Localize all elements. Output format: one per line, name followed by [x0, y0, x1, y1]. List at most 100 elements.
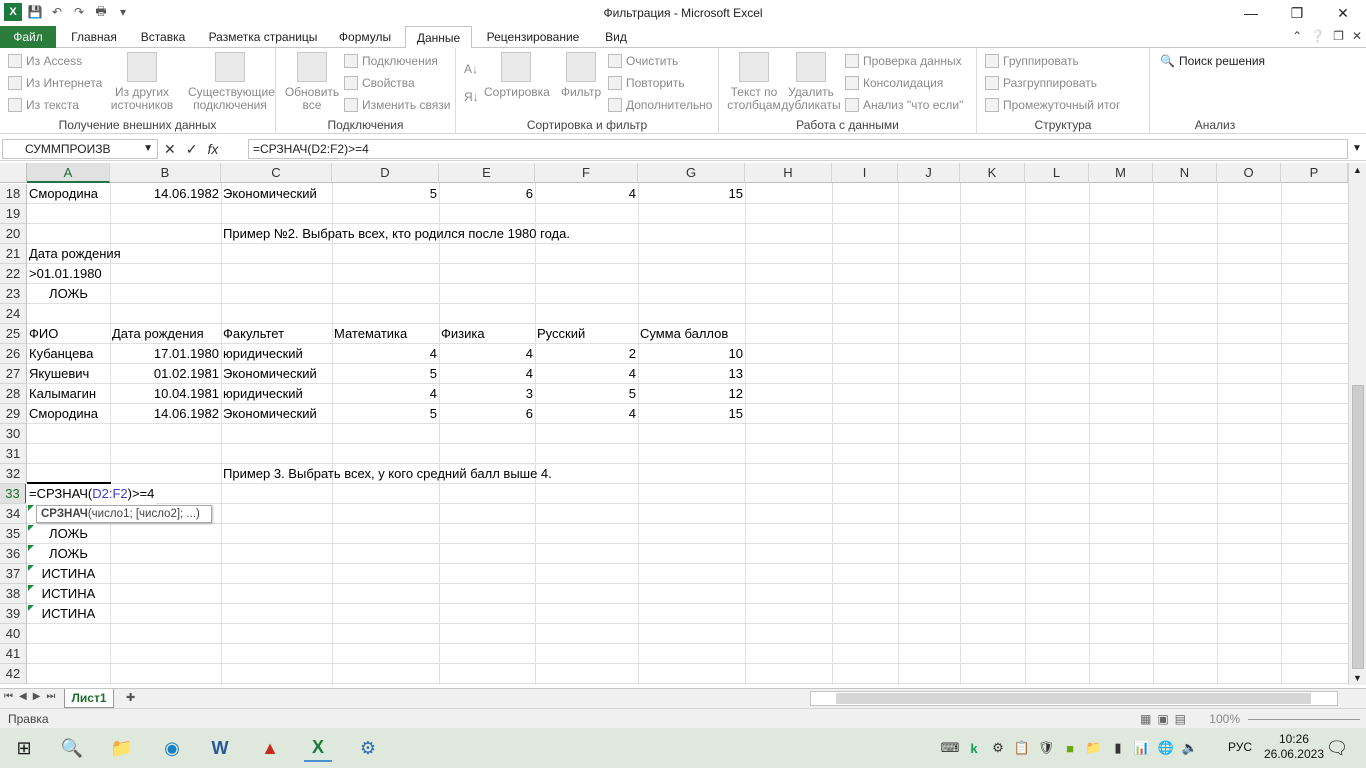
cell[interactable]: 4: [535, 184, 638, 204]
group-button[interactable]: Группировать: [985, 54, 1079, 68]
row-header[interactable]: 31: [0, 444, 27, 464]
workbook-close-icon[interactable]: ✕: [1352, 29, 1362, 43]
cell[interactable]: Сумма баллов: [638, 324, 745, 344]
enter-icon[interactable]: ✓: [186, 141, 198, 158]
column-header[interactable]: H: [745, 163, 832, 183]
cell[interactable]: ЛОЖЬ: [27, 284, 110, 304]
normal-view-icon[interactable]: ▦: [1140, 712, 1151, 726]
cell[interactable]: Русский: [535, 324, 638, 344]
page-break-view-icon[interactable]: ▤: [1175, 712, 1186, 726]
cell[interactable]: Якушевич: [27, 364, 110, 384]
shield-icon[interactable]: 🛡: [1036, 738, 1056, 758]
cell[interactable]: ИСТИНА: [27, 584, 110, 604]
ungroup-button[interactable]: Разгруппировать: [985, 76, 1097, 90]
clock[interactable]: 10:26 26.06.2023: [1264, 732, 1324, 762]
language-indicator[interactable]: РУС: [1228, 740, 1252, 754]
cell[interactable]: 01.02.1981: [110, 364, 221, 384]
row-header[interactable]: 22: [0, 264, 27, 284]
row-header[interactable]: 29: [0, 404, 27, 424]
horizontal-scroll-thumb[interactable]: [836, 693, 1311, 704]
collapse-ribbon-icon[interactable]: ⌃: [1292, 29, 1302, 43]
row-header[interactable]: 42: [0, 664, 27, 684]
properties-button[interactable]: Свойства: [344, 76, 415, 90]
excel-taskbar-icon[interactable]: X: [304, 734, 332, 762]
column-header[interactable]: B: [110, 163, 221, 183]
tab-home[interactable]: Главная: [62, 26, 126, 48]
cell[interactable]: 17.01.1980: [110, 344, 221, 364]
cell[interactable]: Математика: [332, 324, 439, 344]
cell[interactable]: 4: [332, 384, 439, 404]
text-to-columns-button[interactable]: Текст по столбцам: [723, 52, 785, 112]
tab-page-layout[interactable]: Разметка страницы: [200, 26, 326, 48]
cell[interactable]: Пример 3. Выбрать всех, у кого средний б…: [221, 464, 554, 484]
last-sheet-icon[interactable]: ⏭: [46, 691, 55, 702]
data-validation-button[interactable]: Проверка данных: [845, 54, 962, 68]
connections-button[interactable]: Подключения: [344, 54, 438, 68]
sort-button[interactable]: Сортировка: [484, 52, 550, 99]
function-tooltip[interactable]: СРЗНАЧ(число1; [число2]; ...): [36, 505, 212, 523]
cell[interactable]: Калымагин: [27, 384, 110, 404]
start-icon[interactable]: ⊞: [10, 734, 38, 762]
file-explorer-icon[interactable]: 📁: [108, 734, 136, 762]
error-indicator-icon[interactable]: [28, 545, 34, 551]
name-box[interactable]: СУММПРОИЗВ ▼: [2, 139, 158, 159]
row-header[interactable]: 34: [0, 504, 27, 524]
formula-input[interactable]: =СРЗНАЧ(D2:F2)>=4: [248, 139, 1348, 159]
advanced-filter-button[interactable]: Дополнительно: [608, 98, 712, 112]
pdf-reader-icon[interactable]: ▲: [256, 734, 284, 762]
column-header[interactable]: O: [1217, 163, 1281, 183]
vertical-scrollbar[interactable]: ▲ ▼: [1348, 163, 1366, 685]
cell[interactable]: Дата рождения: [110, 324, 221, 344]
keyboard-icon[interactable]: ⌨: [940, 738, 960, 758]
close-icon[interactable]: ✕: [1320, 0, 1366, 26]
cell[interactable]: 15: [638, 404, 745, 424]
tab-insert[interactable]: Вставка: [132, 26, 194, 48]
cell[interactable]: Пример №2. Выбрать всех, кто родился пос…: [221, 224, 572, 244]
consolidate-button[interactable]: Консолидация: [845, 76, 943, 90]
error-indicator-icon[interactable]: [28, 585, 34, 591]
cell[interactable]: 15: [638, 184, 745, 204]
column-header[interactable]: F: [535, 163, 638, 183]
row-header[interactable]: 38: [0, 584, 27, 604]
row-header[interactable]: 39: [0, 604, 27, 624]
cell[interactable]: 14.06.1982: [110, 404, 221, 424]
column-header[interactable]: E: [439, 163, 535, 183]
cell[interactable]: ФИО: [27, 324, 110, 344]
column-header[interactable]: P: [1281, 163, 1348, 183]
insert-function-icon[interactable]: fx: [207, 141, 218, 157]
cell[interactable]: 4: [439, 364, 535, 384]
cell[interactable]: 6: [439, 404, 535, 424]
from-web-button[interactable]: Из Интернета: [8, 76, 102, 90]
column-header[interactable]: C: [221, 163, 332, 183]
minimize-icon[interactable]: —: [1228, 0, 1274, 26]
next-sheet-icon[interactable]: ▶: [33, 691, 41, 702]
cell[interactable]: Физика: [439, 324, 535, 344]
tab-file[interactable]: Файл: [0, 26, 56, 48]
scroll-up-icon[interactable]: ▲: [1353, 165, 1362, 175]
row-header[interactable]: 25: [0, 324, 27, 344]
page-layout-view-icon[interactable]: ▣: [1157, 712, 1168, 726]
cell[interactable]: юридический: [221, 384, 332, 404]
cell[interactable]: 4: [332, 344, 439, 364]
reapply-button[interactable]: Повторить: [608, 76, 685, 90]
refresh-all-button[interactable]: Обновить все: [280, 52, 344, 112]
cell[interactable]: Экономический: [221, 364, 332, 384]
cell[interactable]: Экономический: [221, 184, 332, 204]
insert-sheet-icon[interactable]: ✚: [126, 691, 142, 705]
row-header[interactable]: 18: [0, 184, 27, 204]
solver-button[interactable]: 🔍 Поиск решения: [1160, 54, 1265, 68]
cell[interactable]: 12: [638, 384, 745, 404]
cell[interactable]: Дата рождения: [27, 244, 123, 264]
cell[interactable]: 6: [439, 184, 535, 204]
zoom-level[interactable]: 100%: [1209, 712, 1240, 726]
column-header[interactable]: I: [832, 163, 898, 183]
what-if-button[interactable]: Анализ "что если": [845, 98, 963, 112]
column-header[interactable]: K: [960, 163, 1025, 183]
word-icon[interactable]: W: [206, 734, 234, 762]
error-indicator-icon[interactable]: [28, 605, 34, 611]
row-header[interactable]: 27: [0, 364, 27, 384]
cell[interactable]: 4: [535, 364, 638, 384]
prev-sheet-icon[interactable]: ◀: [19, 691, 27, 702]
chart-tray-icon[interactable]: 📊: [1132, 738, 1152, 758]
zoom-slider[interactable]: [1248, 719, 1360, 720]
